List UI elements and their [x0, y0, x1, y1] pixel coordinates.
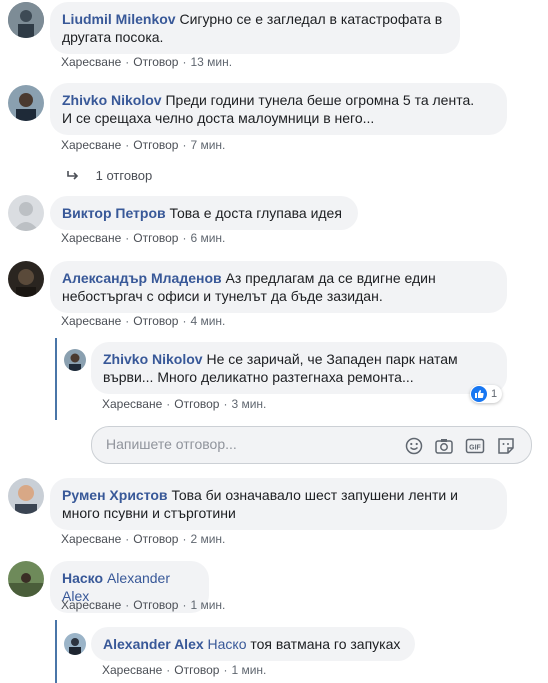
avatar[interactable] — [8, 478, 44, 514]
timestamp[interactable]: 4 мин. — [190, 314, 225, 328]
timestamp[interactable]: 13 мин. — [190, 55, 232, 69]
reply-button[interactable]: Отговор — [133, 314, 178, 328]
replies-count[interactable]: 1 отговор — [96, 168, 153, 183]
reply-button[interactable]: Отговор — [133, 231, 178, 245]
like-button[interactable]: Харесване — [61, 532, 121, 546]
comment-actions: Харесване · Отговор · 4 мин. — [61, 314, 226, 328]
comment-author[interactable]: Румен Христов — [62, 487, 168, 503]
comment-bubble: Виктор Петров Това е доста глупава идея — [50, 196, 358, 230]
reaction-badge[interactable]: 1 — [470, 385, 503, 403]
comment-bubble: Румен Христов Това би означавало шест за… — [50, 478, 507, 530]
timestamp[interactable]: 2 мин. — [190, 532, 225, 546]
comment-actions: Харесване · Отговор · 7 мин. — [61, 138, 226, 152]
comment-bubble: Zhivko Nikolov Преди години тунела беше … — [50, 83, 507, 135]
comment-author[interactable]: Liudmil Milenkov — [62, 11, 176, 27]
reply-thread-line — [55, 338, 57, 420]
comment-bubble: Liudmil Milenkov Сигурно се е загледал в… — [50, 2, 460, 54]
svg-text:GIF: GIF — [469, 445, 481, 452]
comment-text: И се срещаха челно доста малоумници в не… — [62, 110, 375, 126]
gif-icon[interactable]: GIF — [465, 436, 485, 456]
like-button[interactable]: Харесване — [61, 138, 121, 152]
like-button[interactable]: Харесване — [102, 397, 162, 411]
like-button[interactable]: Харесване — [61, 55, 121, 69]
timestamp[interactable]: 1 мин. — [190, 598, 225, 612]
timestamp[interactable]: 1 мин. — [231, 663, 266, 677]
tagged-user[interactable]: Наско — [208, 636, 247, 652]
reply-button[interactable]: Отговор — [174, 397, 219, 411]
reply-button[interactable]: Отговор — [133, 532, 178, 546]
comment-author[interactable]: Виктор Петров — [62, 205, 166, 221]
reply-text: тоя ватмана го запуках — [250, 636, 401, 652]
reply-input-box[interactable]: GIF — [91, 426, 532, 464]
avatar[interactable] — [64, 349, 86, 371]
timestamp[interactable]: 7 мин. — [190, 138, 225, 152]
comment-actions: Харесване · Отговор · 2 мин. — [61, 532, 226, 546]
avatar[interactable] — [8, 195, 44, 231]
timestamp[interactable]: 3 мин. — [231, 397, 266, 411]
view-replies-link[interactable]: 1 отговор — [66, 168, 152, 183]
like-button[interactable]: Харесване — [61, 231, 121, 245]
reply-author[interactable]: Alexander Alex — [103, 636, 204, 652]
reply-arrow-icon — [66, 168, 84, 183]
comment-text: Сигурно се е загледал в катастрофата в — [179, 11, 443, 27]
timestamp[interactable]: 6 мин. — [190, 231, 225, 245]
avatar[interactable] — [64, 633, 86, 655]
comment-text: Аз предлагам да се вдигне един — [225, 270, 436, 286]
reaction-count: 1 — [491, 388, 498, 400]
reply-button[interactable]: Отговор — [133, 598, 178, 612]
reply-thread-line — [55, 620, 57, 683]
like-button[interactable]: Харесване — [61, 314, 121, 328]
comment-actions: Харесване · Отговор · 1 мин. — [61, 598, 226, 612]
comment-text: небостъргач с офиси и тунелът да бъде за… — [62, 288, 383, 304]
avatar[interactable] — [8, 2, 44, 38]
reply-input[interactable] — [104, 435, 388, 453]
reply-actions: Харесване · Отговор · 1 мин. — [102, 663, 267, 677]
comment-actions: Харесване · Отговор · 13 мин. — [61, 55, 233, 69]
sticker-icon[interactable] — [496, 436, 516, 456]
comment-actions: Харесване · Отговор · 6 мин. — [61, 231, 226, 245]
avatar[interactable] — [8, 261, 44, 297]
comment-author[interactable]: Zhivko Nikolov — [62, 92, 162, 108]
comment-author[interactable]: Наско — [62, 570, 103, 586]
like-button[interactable]: Харесване — [61, 598, 121, 612]
like-button[interactable]: Харесване — [102, 663, 162, 677]
reply-bubble: Alexander Alex Наско тоя ватмана го запу… — [91, 627, 415, 661]
reply-text: Не се заричай, че Западен парк натам — [206, 351, 458, 367]
like-reaction-icon — [471, 386, 487, 402]
reply-author[interactable]: Zhivko Nikolov — [103, 351, 203, 367]
comment-text: Преди години тунела беше огромна 5 та ле… — [165, 92, 475, 108]
comment-text: много псувни и стърготини — [62, 505, 236, 521]
comment-bubble: Александър Младенов Аз предлагам да се в… — [50, 261, 507, 313]
avatar[interactable] — [8, 85, 44, 121]
reply-button[interactable]: Отговор — [133, 55, 178, 69]
reply-button[interactable]: Отговор — [174, 663, 219, 677]
comment-author[interactable]: Александър Младенов — [62, 270, 222, 286]
reply-actions: Харесване · Отговор · 3 мин. — [102, 397, 267, 411]
reply-bubble: Zhivko Nikolov Не се заричай, че Западен… — [91, 342, 507, 394]
comment-text: другата посока. — [62, 29, 164, 45]
emoji-icon[interactable] — [404, 436, 424, 456]
reply-button[interactable]: Отговор — [133, 138, 178, 152]
avatar[interactable] — [8, 561, 44, 597]
comment-text: Това е доста глупава идея — [169, 205, 342, 221]
reply-text: върви... Много деликатно разтегнаха ремо… — [103, 369, 414, 385]
comment-text: Това би означавало шест запушени ленти и — [171, 487, 458, 503]
camera-icon[interactable] — [434, 436, 454, 456]
